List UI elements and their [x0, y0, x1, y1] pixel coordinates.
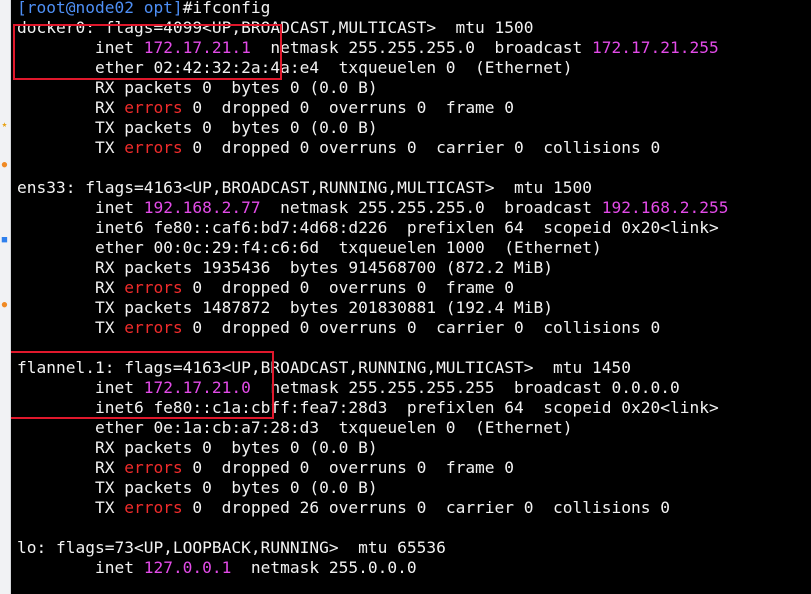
terminal-line: lo: flags=73<UP,LOOPBACK,RUNNING> mtu 65… — [17, 538, 728, 558]
ip-address: 127.0.0.1 — [143, 558, 232, 577]
left-window-edge: ★ ● ■ ● — [0, 0, 11, 594]
flannel-highlight-box — [11, 351, 274, 419]
terminal-line: RX packets 1935436 bytes 914568700 (872.… — [17, 258, 728, 278]
terminal-text: TX packets 1487872 bytes 201830881 (192.… — [17, 298, 554, 317]
terminal-line: inet 127.0.0.1 netmask 255.0.0.0 — [17, 558, 728, 578]
terminal-line: RX packets 0 bytes 0 (0.0 B) — [17, 438, 728, 458]
terminal-line: TX errors 0 dropped 0 overruns 0 carrier… — [17, 138, 728, 158]
terminal-text: netmask 255.255.255.255 broadcast 0.0.0.… — [250, 378, 680, 397]
terminal-text: 0 dropped 0 overruns 0 carrier 0 collisi… — [182, 318, 661, 337]
shell-prompt: [root@node02 opt] — [17, 0, 183, 17]
terminal-text: netmask 255.255.255.0 broadcast — [260, 198, 602, 217]
terminal-text: ether 00:0c:29:f4:c6:6d txqueuelen 1000 … — [17, 238, 602, 257]
terminal-text: lo: flags=73<UP,LOOPBACK,RUNNING> mtu 65… — [17, 538, 446, 557]
terminal-text: RX — [17, 278, 125, 297]
error-keyword: errors — [124, 318, 183, 337]
docker0-highlight-box — [13, 24, 282, 80]
terminal-lines: [root@node02 opt]#ifconfig docker0: flags… — [17, 0, 728, 578]
terminal-text: RX packets 0 bytes 0 (0.0 B) — [17, 78, 378, 97]
terminal-text: TX — [17, 498, 125, 517]
terminal-text: 0 dropped 0 overruns 0 frame 0 — [182, 278, 515, 297]
terminal-text: inet — [17, 558, 144, 577]
terminal-line: ether 00:0c:29:f4:c6:6d txqueuelen 1000 … — [17, 238, 728, 258]
terminal-line: [root@node02 opt]#ifconfig — [17, 0, 728, 18]
blue-square-icon: ■ — [1, 235, 8, 245]
terminal-text: inet — [17, 198, 144, 217]
terminal-text: #ifconfig — [182, 0, 271, 17]
star-icon: ★ — [1, 120, 8, 130]
terminal-line: ether 0e:1a:cb:a7:28:d3 txqueuelen 0 (Et… — [17, 418, 728, 438]
orange-dot-icon: ● — [1, 300, 8, 310]
ip-address: 172.17.21.255 — [592, 38, 719, 57]
terminal-line: inet 192.168.2.77 netmask 255.255.255.0 … — [17, 198, 729, 218]
terminal-text: RX — [17, 98, 125, 117]
terminal-line: TX errors 0 dropped 26 overruns 0 carrie… — [17, 498, 728, 518]
terminal-text: 0 dropped 0 overruns 0 frame 0 — [182, 458, 515, 477]
terminal-line: TX packets 0 bytes 0 (0.0 B) — [17, 478, 728, 498]
terminal-line: RX packets 0 bytes 0 (0.0 B) — [17, 78, 728, 98]
error-keyword: errors — [124, 98, 183, 117]
terminal-line: TX packets 1487872 bytes 201830881 (192.… — [17, 298, 728, 318]
terminal-line: inet6 fe80::caf6:bd7:4d68:d226 prefixlen… — [17, 218, 728, 238]
terminal-text: RX packets 0 bytes 0 (0.0 B) — [17, 438, 378, 457]
terminal-text: netmask 255.0.0.0 — [231, 558, 417, 577]
terminal-line: ens33: flags=4163<UP,BROADCAST,RUNNING,M… — [17, 178, 728, 198]
terminal-text: RX — [17, 458, 125, 477]
terminal-text: 0 dropped 26 overruns 0 carrier 0 collis… — [182, 498, 670, 517]
terminal-line: RX errors 0 dropped 0 overruns 0 frame 0 — [17, 98, 728, 118]
terminal-text: ens33: flags=4163<UP,BROADCAST,RUNNING,M… — [17, 178, 592, 197]
error-keyword: errors — [124, 278, 183, 297]
terminal-text: 0 dropped 0 overruns 0 carrier 0 collisi… — [182, 138, 661, 157]
error-keyword: errors — [124, 498, 183, 517]
terminal-text: netmask 255.255.255.0 broadcast — [250, 38, 593, 57]
ip-address: 192.168.2.255 — [601, 198, 729, 217]
error-keyword: errors — [124, 458, 183, 477]
terminal-text: RX packets 1935436 bytes 914568700 (872.… — [17, 258, 554, 277]
terminal-text: TX packets 0 bytes 0 (0.0 B) — [17, 118, 378, 137]
error-keyword: errors — [124, 138, 183, 157]
terminal-text: TX — [17, 318, 125, 337]
terminal-line: RX errors 0 dropped 0 overruns 0 frame 0 — [17, 278, 728, 298]
terminal-line: RX errors 0 dropped 0 overruns 0 frame 0 — [17, 458, 728, 478]
ip-address: 192.168.2.77 — [143, 198, 261, 217]
terminal-text: ether 0e:1a:cb:a7:28:d3 txqueuelen 0 (Et… — [17, 418, 573, 437]
terminal-text: TX — [17, 138, 125, 157]
terminal-output[interactable]: [root@node02 opt]#ifconfig docker0: flags… — [11, 0, 811, 594]
terminal-text: 0 dropped 0 overruns 0 frame 0 — [182, 98, 515, 117]
terminal-text: TX packets 0 bytes 0 (0.0 B) — [17, 478, 378, 497]
terminal-text: inet6 fe80::caf6:bd7:4d68:d226 prefixlen… — [17, 218, 719, 237]
terminal-line: TX errors 0 dropped 0 overruns 0 carrier… — [17, 318, 728, 338]
terminal-line: TX packets 0 bytes 0 (0.0 B) — [17, 118, 728, 138]
orange-dot-icon: ● — [1, 160, 8, 170]
